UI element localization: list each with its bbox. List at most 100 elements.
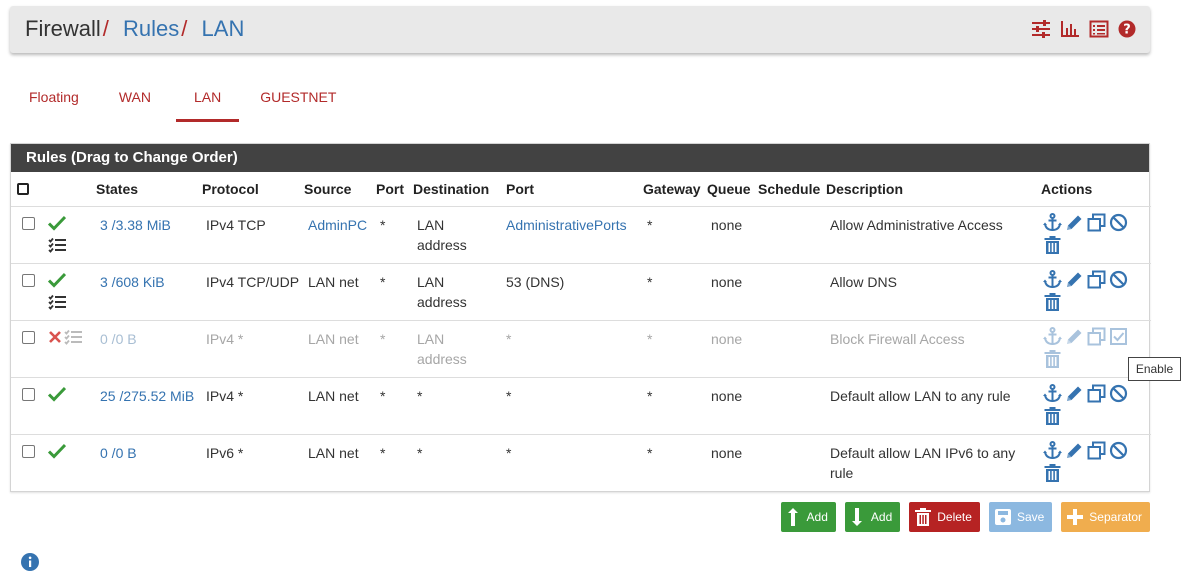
rule-description: Allow Administrative Access <box>824 205 1039 263</box>
col-schedule[interactable]: Schedule <box>756 172 824 206</box>
anchor-icon[interactable] <box>1043 440 1062 460</box>
rule-description: Default allow LAN to any rule <box>824 376 1039 434</box>
rule-source: LAN net <box>308 387 359 404</box>
breadcrumb-lan-link[interactable]: LAN <box>202 16 245 41</box>
states-link[interactable]: 0 /0 B <box>100 331 137 347</box>
tab-wan[interactable]: WAN <box>92 88 170 122</box>
add-bottom-label: Add <box>870 510 893 524</box>
rule-gateway: * <box>641 376 705 434</box>
delete-button[interactable]: Delete <box>909 502 980 532</box>
disable-rule-icon[interactable] <box>1109 441 1128 460</box>
table-header: States Protocol Source Port Destination … <box>11 172 1151 206</box>
col-source[interactable]: Source <box>302 172 374 206</box>
add-top-button[interactable]: Add <box>780 502 836 532</box>
breadcrumb-rules-link[interactable]: Rules <box>123 16 179 41</box>
tab-lan[interactable]: LAN <box>175 88 240 122</box>
col-dest-port[interactable]: Port <box>504 172 641 206</box>
col-gateway[interactable]: Gateway <box>641 172 705 206</box>
delete-trash-icon[interactable] <box>1043 349 1062 368</box>
rule-destination: * <box>411 433 504 491</box>
rule-schedule <box>756 262 824 320</box>
tasks-list-icon[interactable] <box>64 329 82 350</box>
anchor-icon[interactable] <box>1043 326 1062 346</box>
rule-destination: LAN address <box>411 205 504 263</box>
copy-icon[interactable] <box>1087 270 1106 289</box>
copy-icon[interactable] <box>1087 327 1106 346</box>
states-link[interactable]: 25 /275.52 MiB <box>100 388 194 404</box>
save-button[interactable]: Save <box>988 502 1053 532</box>
col-port[interactable]: Port <box>374 172 411 206</box>
save-icon <box>994 509 1011 525</box>
rule-dest-port: * <box>506 330 512 347</box>
delete-trash-icon[interactable] <box>1043 235 1062 254</box>
breadcrumb-firewall: Firewall <box>25 16 101 41</box>
states-link[interactable]: 3 /608 KiB <box>100 274 165 290</box>
delete-trash-icon[interactable] <box>1043 406 1062 425</box>
col-destination[interactable]: Destination <box>411 172 504 206</box>
row-select-checkbox[interactable] <box>22 216 35 230</box>
col-actions: Actions <box>1041 180 1093 197</box>
anchor-icon[interactable] <box>1043 212 1062 232</box>
rule-actions <box>1043 383 1133 425</box>
rule-dest-port[interactable]: AdministrativePorts <box>506 217 627 233</box>
copy-icon[interactable] <box>1087 213 1106 232</box>
table-row[interactable]: 3 /3.38 MiB IPv4 TCP AdminPC * LAN addre… <box>11 205 1151 263</box>
edit-pencil-icon[interactable] <box>1065 213 1084 232</box>
table-row[interactable]: 0 /0 B IPv4 * LAN net * LAN address * * … <box>11 319 1151 377</box>
copy-icon[interactable] <box>1087 384 1106 403</box>
edit-pencil-icon[interactable] <box>1065 270 1084 289</box>
breadcrumb: Firewall/ Rules/ LAN <box>25 16 244 42</box>
select-all-checkbox[interactable] <box>17 182 29 195</box>
col-states[interactable]: States <box>94 172 200 206</box>
col-queue[interactable]: Queue <box>705 172 756 206</box>
separator-button[interactable]: Separator <box>1061 502 1150 532</box>
anchor-icon[interactable] <box>1043 383 1062 403</box>
table-row[interactable]: 0 /0 B IPv6 * LAN net * * * * none Defau… <box>11 433 1151 491</box>
row-select-checkbox[interactable] <box>22 330 35 344</box>
delete-trash-icon[interactable] <box>1043 463 1062 482</box>
edit-pencil-icon[interactable] <box>1065 384 1084 403</box>
table-row[interactable]: 3 /608 KiB IPv4 TCP/UDP LAN net * LAN ad… <box>11 262 1151 320</box>
disable-rule-icon[interactable] <box>1109 270 1128 289</box>
copy-icon[interactable] <box>1087 441 1106 460</box>
sliders-icon[interactable] <box>1031 20 1051 38</box>
rule-actions <box>1043 326 1133 368</box>
disable-rule-icon[interactable] <box>1109 213 1128 232</box>
states-link[interactable]: 3 /3.38 MiB <box>100 217 171 233</box>
add-top-label: Add <box>806 510 828 524</box>
breadcrumb-bar: Firewall/ Rules/ LAN ? <box>10 6 1150 53</box>
pass-check-icon <box>47 443 94 464</box>
delete-label: Delete <box>937 510 972 524</box>
info-icon[interactable] <box>20 552 40 575</box>
delete-trash-icon[interactable] <box>1043 292 1062 311</box>
help-icon[interactable]: ? <box>1118 20 1136 38</box>
tab-guestnet[interactable]: GUESTNET <box>239 88 349 122</box>
row-select-checkbox[interactable] <box>22 273 35 287</box>
row-select-checkbox[interactable] <box>22 387 35 401</box>
rule-source: LAN net <box>308 330 359 347</box>
anchor-icon[interactable] <box>1043 269 1062 289</box>
interface-tabs: Floating WAN LAN GUESTNET <box>16 88 349 122</box>
tab-floating[interactable]: Floating <box>16 88 92 122</box>
states-link[interactable]: 0 /0 B <box>100 445 137 461</box>
arrow-down-icon <box>851 508 862 526</box>
list-icon[interactable] <box>1089 20 1109 38</box>
rules-table: States Protocol Source Port Destination … <box>11 172 1151 491</box>
rule-source[interactable]: AdminPC <box>308 217 367 233</box>
add-bottom-button[interactable]: Add <box>844 502 901 532</box>
tasks-list-icon[interactable] <box>48 237 94 258</box>
table-row[interactable]: 25 /275.52 MiB IPv4 * LAN net * * * * no… <box>11 376 1151 434</box>
rule-schedule <box>756 319 824 377</box>
block-cross-icon <box>48 329 62 349</box>
disable-rule-icon[interactable] <box>1109 384 1128 403</box>
rules-panel: Rules (Drag to Change Order) States Prot… <box>10 143 1151 492</box>
col-protocol[interactable]: Protocol <box>200 172 302 206</box>
row-select-checkbox[interactable] <box>22 444 35 458</box>
edit-pencil-icon[interactable] <box>1065 327 1084 346</box>
rule-protocol: IPv4 TCP <box>200 205 302 263</box>
edit-pencil-icon[interactable] <box>1065 441 1084 460</box>
tasks-list-icon[interactable] <box>48 294 94 315</box>
col-description[interactable]: Description <box>824 172 1039 206</box>
enable-rule-icon[interactable] <box>1109 327 1128 346</box>
bar-chart-icon[interactable] <box>1060 20 1080 38</box>
